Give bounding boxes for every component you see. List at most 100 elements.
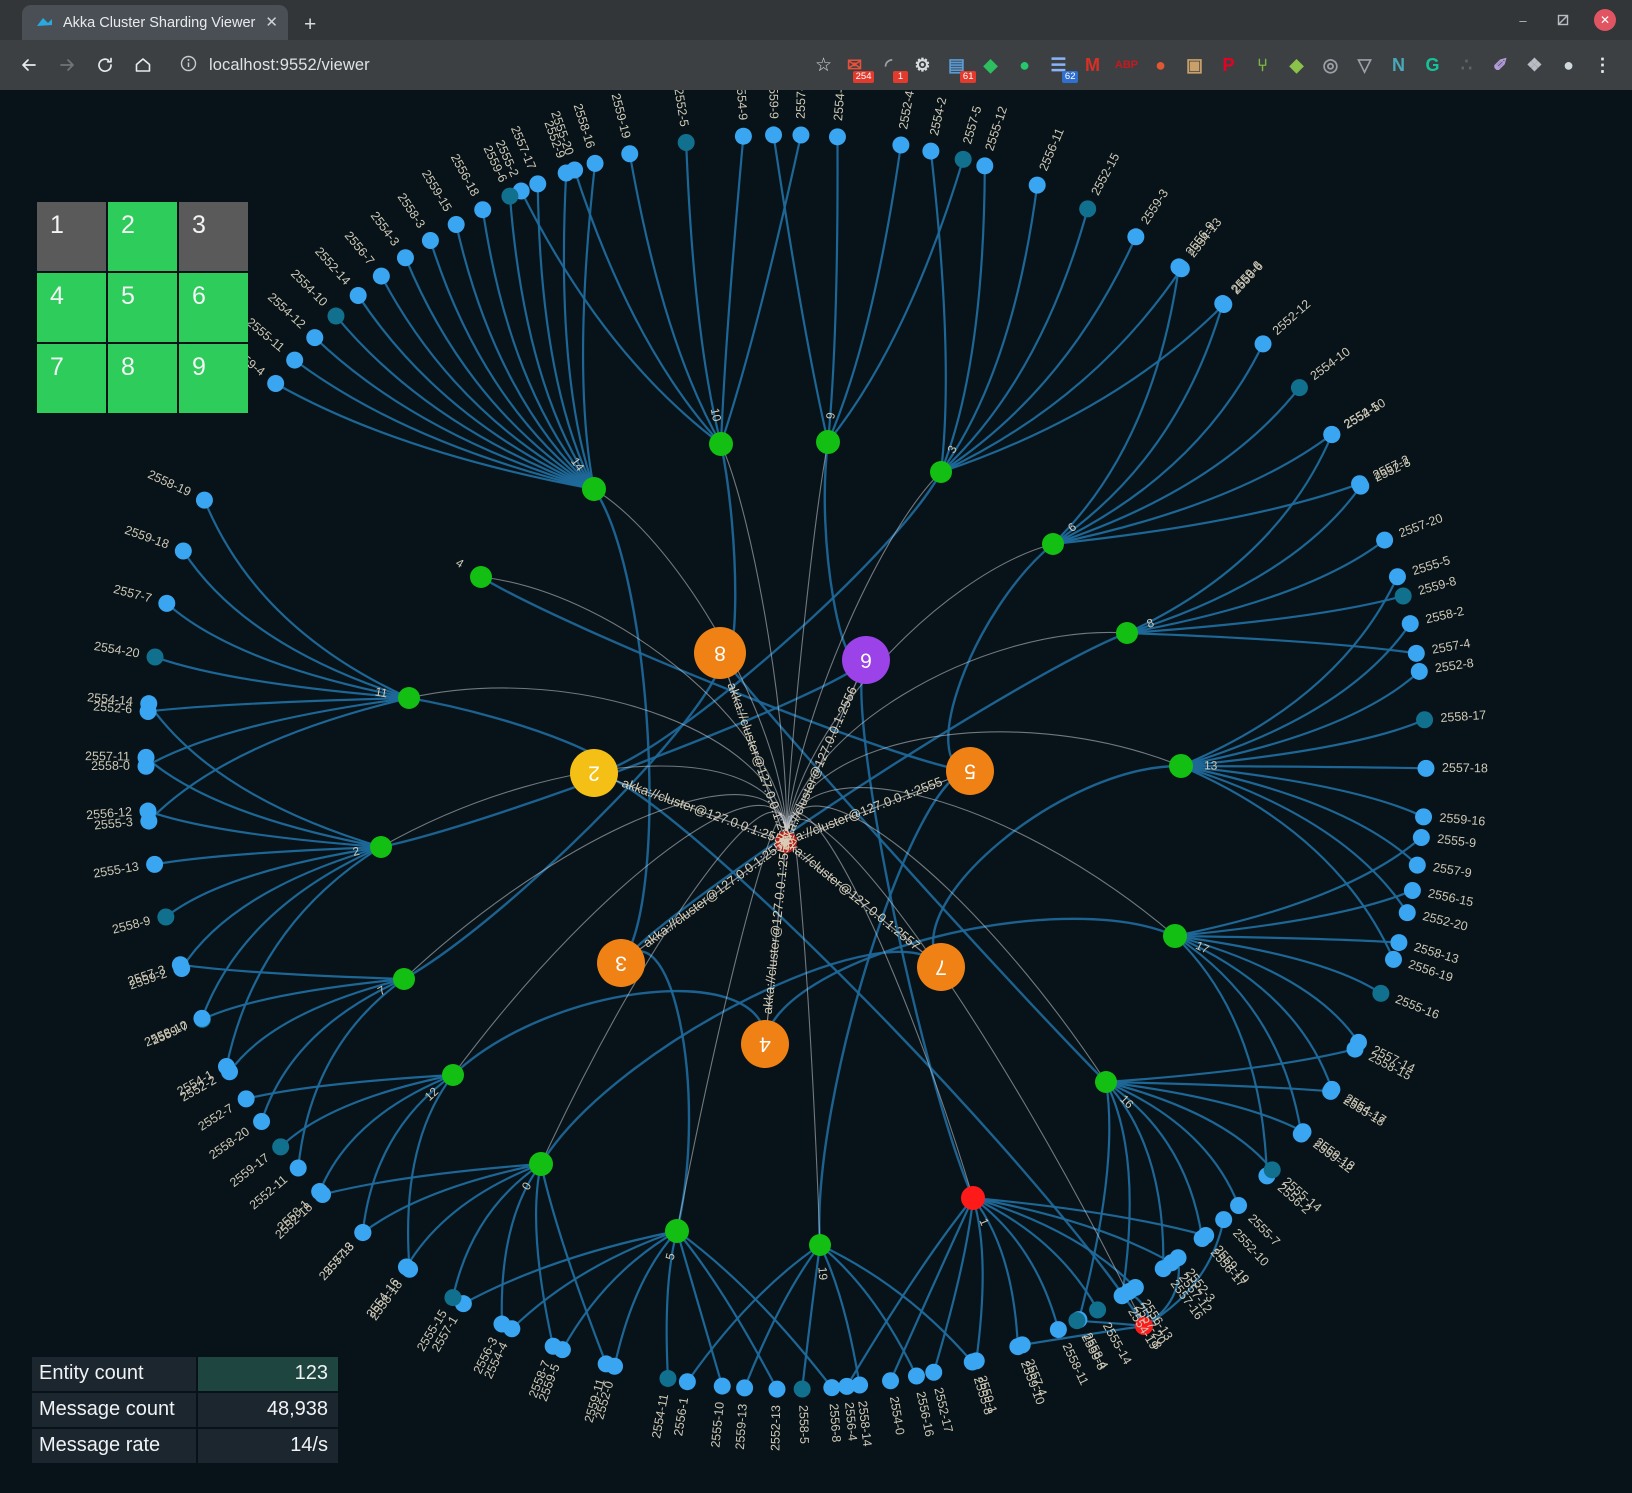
entity-node[interactable]: [1294, 1123, 1312, 1141]
entity-node[interactable]: [447, 215, 465, 233]
entity-node[interactable]: [1322, 1082, 1340, 1100]
entity-node[interactable]: [401, 1260, 419, 1278]
entity-node[interactable]: [421, 232, 439, 250]
pocket-extension-icon[interactable]: ▽: [1351, 52, 1378, 79]
entity-node[interactable]: [1028, 176, 1046, 194]
shard-status-grid[interactable]: 123 456 789: [37, 202, 248, 413]
entity-node[interactable]: [1401, 615, 1419, 633]
new-tab-button[interactable]: +: [304, 14, 316, 35]
shard-node[interactable]: [1116, 622, 1138, 644]
entity-node[interactable]: [1410, 662, 1428, 680]
duckduckgo-extension-icon[interactable]: ●: [1147, 52, 1174, 79]
mail-extension-icon[interactable]: ✉ 254: [841, 52, 874, 83]
tab-close-icon[interactable]: ✕: [265, 15, 278, 30]
entity-node[interactable]: [976, 157, 994, 175]
entity-node[interactable]: [1415, 808, 1433, 826]
entity-node[interactable]: [922, 142, 940, 160]
shard-node[interactable]: [1169, 754, 1193, 778]
shard-node[interactable]: [961, 1186, 985, 1210]
entity-node[interactable]: [1384, 950, 1402, 968]
leaf-extension-icon[interactable]: ◆: [1283, 52, 1310, 79]
entity-node[interactable]: [1398, 904, 1416, 922]
puzzle-extension-icon[interactable]: ❖: [1521, 52, 1548, 79]
shard-node[interactable]: [393, 968, 415, 990]
entity-node[interactable]: [1417, 759, 1435, 777]
forward-button[interactable]: [50, 48, 84, 82]
shard-node[interactable]: [470, 566, 492, 588]
entity-node[interactable]: [173, 959, 191, 977]
dots-extension-icon[interactable]: ∴: [1453, 52, 1480, 79]
notion-extension-icon[interactable]: N: [1385, 52, 1412, 79]
pinterest-extension-icon[interactable]: P: [1215, 52, 1242, 79]
shard-node[interactable]: [582, 477, 606, 501]
entity-node[interactable]: [137, 757, 155, 775]
list-extension-icon[interactable]: ☰ 62: [1045, 52, 1078, 83]
entity-node[interactable]: [272, 1138, 290, 1156]
shard-cell-5[interactable]: 5: [108, 273, 177, 342]
entity-node[interactable]: [1215, 1211, 1233, 1229]
entity-node[interactable]: [1089, 1301, 1107, 1319]
shard-node[interactable]: [529, 1152, 553, 1176]
entity-node[interactable]: [1352, 477, 1370, 495]
entity-node[interactable]: [1407, 644, 1425, 662]
entity-node[interactable]: [678, 1373, 696, 1391]
shard-node[interactable]: [370, 836, 392, 858]
entity-node[interactable]: [925, 1363, 943, 1381]
entity-node[interactable]: [146, 648, 164, 666]
info-circle-icon[interactable]: [180, 55, 197, 76]
entity-node[interactable]: [1254, 335, 1272, 353]
entity-node[interactable]: [1412, 828, 1430, 846]
shard-node[interactable]: [1042, 533, 1064, 555]
entity-node[interactable]: [1230, 1196, 1248, 1214]
shard-cell-6[interactable]: 6: [179, 273, 248, 342]
gmail-extension-icon[interactable]: M: [1079, 52, 1106, 79]
entity-node[interactable]: [1403, 881, 1421, 899]
entity-node[interactable]: [306, 329, 324, 347]
green-dot-extension-icon[interactable]: ●: [1011, 52, 1038, 79]
chrome-menu-icon[interactable]: ⋮: [1589, 52, 1616, 79]
entity-node[interactable]: [907, 1367, 925, 1385]
grammarly-extension-icon[interactable]: G: [1419, 52, 1446, 79]
entity-node[interactable]: [1049, 1321, 1067, 1339]
entity-node[interactable]: [544, 1337, 562, 1355]
circle-extension-icon[interactable]: ◎: [1317, 52, 1344, 79]
minimize-button[interactable]: –: [1514, 11, 1532, 29]
entity-node[interactable]: [146, 855, 164, 873]
entity-node[interactable]: [1127, 228, 1145, 246]
entity-node[interactable]: [768, 1380, 786, 1398]
shard-node[interactable]: [398, 687, 420, 709]
bookmarks-stack-extension-icon[interactable]: ▤ 61: [943, 52, 976, 83]
loading-extension-icon[interactable]: ◜ 1: [875, 52, 908, 83]
shard-node[interactable]: [665, 1219, 689, 1243]
entity-node[interactable]: [501, 187, 519, 205]
entity-node[interactable]: [1214, 295, 1232, 313]
shard-cell-7[interactable]: 7: [37, 344, 106, 413]
entity-node[interactable]: [174, 542, 192, 560]
shard-node[interactable]: [930, 461, 952, 483]
entity-node[interactable]: [586, 154, 604, 172]
entity-node[interactable]: [851, 1376, 869, 1394]
home-button[interactable]: [126, 48, 160, 82]
maximize-button[interactable]: [1554, 11, 1572, 29]
shard-node[interactable]: [1095, 1071, 1117, 1093]
entity-node[interactable]: [792, 126, 810, 144]
shard-cell-3[interactable]: 3: [179, 202, 248, 271]
entity-node[interactable]: [1408, 856, 1426, 874]
adblock-plus-extension-icon[interactable]: ABP: [1113, 52, 1140, 79]
shard-node[interactable]: [809, 1234, 831, 1256]
shard-node[interactable]: [1163, 924, 1187, 948]
entity-node[interactable]: [444, 1289, 462, 1307]
entity-node[interactable]: [286, 351, 304, 369]
entity-node[interactable]: [882, 1372, 900, 1390]
entity-node[interactable]: [139, 702, 157, 720]
shard-cell-8[interactable]: 8: [108, 344, 177, 413]
entity-node[interactable]: [677, 133, 695, 151]
entity-node[interactable]: [349, 287, 367, 305]
close-button[interactable]: ✕: [1594, 9, 1616, 31]
entity-node[interactable]: [1263, 1161, 1281, 1179]
entity-node[interactable]: [311, 1183, 329, 1201]
profile-avatar-icon[interactable]: ●: [1555, 52, 1582, 79]
entity-node[interactable]: [354, 1223, 372, 1241]
tree-extension-icon[interactable]: ⑂: [1249, 52, 1276, 79]
reload-button[interactable]: [88, 48, 122, 82]
